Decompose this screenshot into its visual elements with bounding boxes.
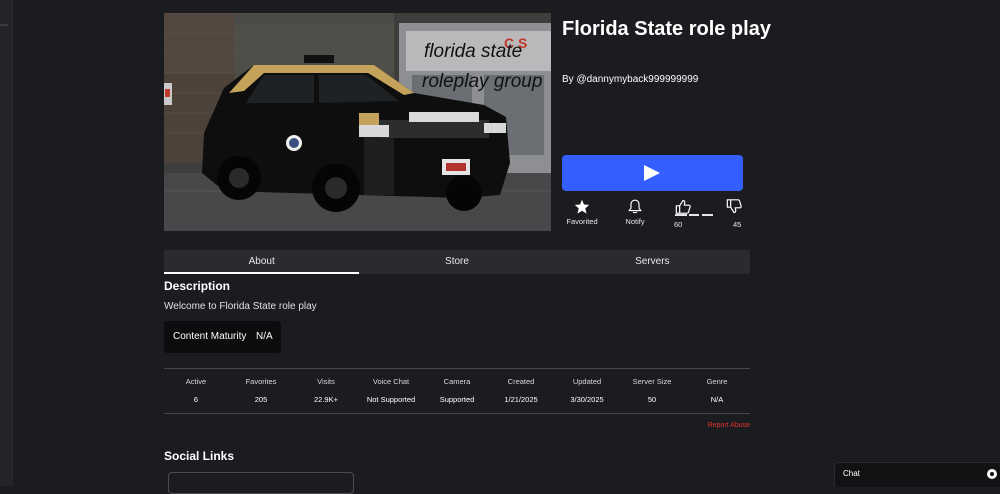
maturity-label: Content Maturity [173, 331, 247, 342]
favorite-button[interactable]: Favorited [566, 199, 598, 226]
stat-label: Voice Chat [372, 377, 410, 386]
downvote-button[interactable] [722, 199, 746, 219]
tab-store[interactable]: Store [359, 250, 554, 274]
report-abuse-link[interactable]: Report Abuse [700, 422, 750, 429]
stat-label: Favorites [245, 377, 277, 386]
play-icon [644, 165, 660, 181]
stat-label: Camera [443, 377, 471, 386]
game-thumbnail[interactable]: C S florida state roleplay group [164, 13, 551, 231]
upvote-count: 60 [674, 220, 683, 229]
stat-value: 6 [193, 395, 199, 404]
stat-value: 205 [254, 395, 268, 404]
stat-value: Not Supported [366, 395, 416, 404]
play-button[interactable] [562, 155, 743, 191]
stat-value: 1/21/2025 [504, 395, 538, 404]
stat-label: Active [185, 377, 207, 386]
social-link-card[interactable] [168, 472, 354, 494]
tab-about[interactable]: About [164, 250, 360, 274]
stat-value: Supported [439, 395, 475, 404]
tab-bar: About Store Servers [164, 250, 750, 274]
thumbnail-caption-line-1: florida state [424, 41, 522, 62]
vote-ratio-bar [702, 214, 713, 216]
stat-label: Created [507, 377, 535, 386]
star-icon [574, 199, 590, 214]
stat-value: 3/30/2025 [570, 395, 604, 404]
notify-label: Notify [625, 217, 645, 226]
stat-value: 50 [647, 395, 657, 404]
rail-divider [0, 24, 8, 26]
description-text: Welcome to Florida State role play [164, 301, 317, 312]
game-title: Florida State role play [562, 18, 771, 40]
stat-label: Server Size [632, 377, 672, 386]
chat-toggle-icon[interactable] [987, 469, 997, 479]
content-maturity-badge[interactable]: Content Maturity N/A [164, 321, 281, 353]
social-links-heading: Social Links [164, 449, 235, 463]
vote-ratio-bar [689, 214, 699, 216]
favorite-label: Favorited [566, 217, 598, 226]
stat-value: N/A [710, 395, 724, 404]
description-heading: Description [164, 279, 231, 293]
vote-ratio-bar [675, 214, 687, 216]
thumbs-up-icon [675, 199, 691, 214]
thumbnail-caption-line-2: roleplay group [422, 71, 542, 92]
creator-link[interactable]: By @dannymyback999999999 [562, 74, 698, 85]
left-rail [0, 0, 13, 486]
thumbnail-image: C S florida state roleplay group [164, 13, 551, 231]
maturity-value: N/A [256, 331, 273, 342]
chat-panel[interactable]: Chat [834, 462, 1000, 487]
stat-value: 22.9K+ [314, 395, 338, 404]
thumbs-down-icon [726, 199, 742, 214]
downvote-count: 45 [733, 220, 742, 229]
stats-table: Active 6 Favorites 205 Visits 22.9K+ Voi… [164, 368, 750, 414]
stat-label: Genre [706, 377, 728, 386]
tab-servers[interactable]: Servers [555, 250, 750, 274]
notify-button[interactable]: Notify [621, 199, 649, 226]
upvote-button[interactable] [671, 199, 695, 219]
stat-label: Updated [572, 377, 602, 386]
bell-icon [628, 199, 642, 214]
chat-label: Chat [843, 469, 860, 478]
stat-label: Visits [317, 377, 335, 386]
